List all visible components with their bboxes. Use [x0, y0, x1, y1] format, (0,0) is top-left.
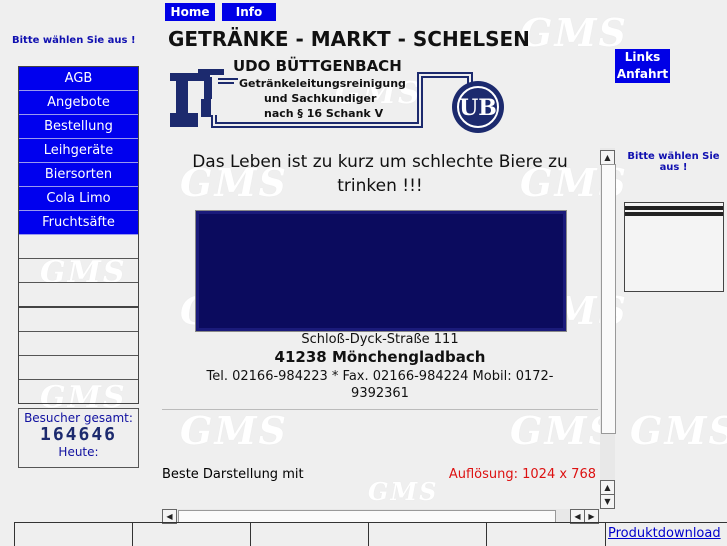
right-select-box[interactable]	[624, 202, 724, 292]
footer-cell	[14, 523, 15, 546]
nav-empty-slot	[19, 332, 138, 356]
vertical-scrollbar[interactable]: ▲ ▲ ▼	[600, 148, 616, 509]
footer-cell	[368, 523, 369, 546]
address-street: Schloß-Dyck-Straße 111	[301, 332, 459, 347]
scroll-thumb[interactable]	[601, 164, 616, 434]
page-title: GETRÄNKE - MARKT - SCHELSEN	[168, 27, 530, 51]
embedded-media-box	[195, 210, 567, 332]
logo-line-2: und Sachkundiger	[264, 92, 377, 105]
links-link[interactable]: Links	[615, 49, 670, 66]
nav-item-bestellung[interactable]: Bestellung	[19, 115, 138, 139]
right-box-bar	[625, 206, 723, 210]
footer-cell	[605, 523, 606, 546]
counter-total-value: 164646	[39, 424, 118, 445]
logo-line-3: nach § 16 Schank V	[264, 107, 384, 120]
left-nav: AGB Angebote Bestellung Leihgeräte Biers…	[18, 66, 139, 404]
address-contact: Tel. 02166-984223 * Fax. 02166-984224 Mo…	[206, 369, 554, 401]
watermark: GMS	[520, 10, 628, 55]
home-button[interactable]: Home	[165, 3, 215, 21]
slogan: Das Leben ist zu kurz um schlechte Biere…	[192, 152, 568, 196]
footer-cell	[486, 523, 487, 546]
scroll-up-icon[interactable]: ▲	[600, 480, 615, 495]
visitor-counter: Besucher gesamt: 164646 Heute:	[18, 408, 139, 468]
display-note-resolution: Auflösung: 1024 x 768	[448, 467, 596, 482]
nav-empty-slot	[19, 283, 138, 308]
right-links-box: Links Anfahrt	[615, 49, 670, 83]
nav-empty-slot	[19, 380, 138, 403]
produktdownload-link[interactable]: Produktdownload	[608, 526, 721, 541]
nav-empty-slot	[19, 259, 138, 283]
divider	[162, 409, 598, 410]
display-note-label: Beste Darstellung mit	[162, 467, 304, 482]
logo-monogram: UB	[459, 95, 497, 121]
left-select-prompt: Bitte wählen Sie aus !	[12, 35, 136, 46]
nav-item-fruchtsaefte[interactable]: Fruchtsäfte	[19, 211, 138, 235]
scroll-up-icon[interactable]: ▲	[600, 150, 615, 165]
nav-item-cola-limo[interactable]: Cola Limo	[19, 187, 138, 211]
counter-total-label: Besucher gesamt:	[24, 411, 133, 425]
nav-item-biersorten[interactable]: Biersorten	[19, 163, 138, 187]
company-logo: UB UDO BÜTTGENBACH Getränkeleitungsreini…	[168, 55, 513, 135]
info-button[interactable]: Info	[222, 3, 276, 21]
right-select-prompt: Bitte wählen Sie aus !	[627, 151, 720, 173]
main-content-frame: Das Leben ist zu kurz um schlechte Biere…	[162, 148, 598, 506]
nav-empty-slot	[19, 308, 138, 332]
logo-line-1: Getränkeleitungsreinigung	[239, 77, 406, 90]
anfahrt-link[interactable]: Anfahrt	[615, 66, 670, 83]
nav-item-angebote[interactable]: Angebote	[19, 91, 138, 115]
watermark: GMS	[630, 408, 727, 453]
right-box-bar	[625, 212, 723, 216]
footer-cell	[250, 523, 251, 546]
horizontal-scrollbar[interactable]: ◀ ◀ ▶	[162, 509, 599, 524]
nav-empty-slot	[19, 356, 138, 380]
nav-item-agb[interactable]: AGB	[19, 67, 138, 91]
counter-today-label: Heute:	[58, 445, 99, 459]
nav-empty-slot	[19, 235, 138, 259]
nav-item-leihgeraete[interactable]: Leihgeräte	[19, 139, 138, 163]
scroll-down-icon[interactable]: ▼	[600, 494, 615, 509]
logo-owner: UDO BÜTTGENBACH	[233, 57, 402, 75]
footer-cell	[132, 523, 133, 546]
address-city: 41238 Mönchengladbach	[274, 348, 486, 366]
